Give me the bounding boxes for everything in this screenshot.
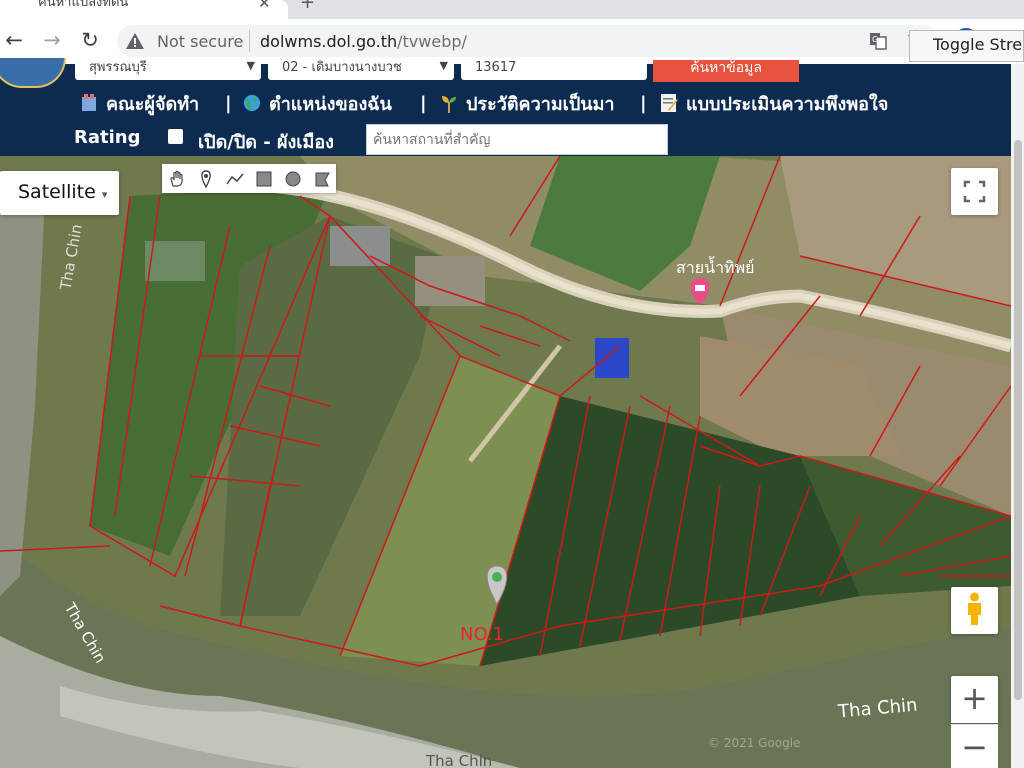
url-host: dolwms.dol.go.th <box>260 32 398 51</box>
city-plan-checkbox[interactable] <box>168 129 183 144</box>
hand-icon[interactable] <box>162 164 191 193</box>
scrollbar-thumb[interactable] <box>1014 140 1022 700</box>
toggle-street-button[interactable]: Toggle Street <box>909 30 1024 62</box>
circle-tool-icon[interactable] <box>278 164 307 193</box>
chevron-down-icon: ▼ <box>439 60 448 72</box>
browser-toolbar: ← → ↻ Not secure dolwms.dol.go.th/tvwebp… <box>0 19 1024 64</box>
place-label[interactable]: สายน้ำทิพย์ <box>676 256 755 281</box>
place-search-input[interactable] <box>366 124 668 155</box>
nav-link-survey[interactable]: แบบประเมินความพึงพอใจ <box>660 90 888 116</box>
warning-icon <box>126 33 144 49</box>
url-text[interactable]: dolwms.dol.go.th/tvwebp/ <box>260 32 467 51</box>
nav-link-my-location[interactable]: ตำแหน่งของฉัน <box>243 90 392 116</box>
province-select[interactable]: สุพรรณบุรี ▼ <box>75 60 261 80</box>
satellite-imagery <box>0 156 1011 768</box>
reload-icon[interactable]: ↻ <box>76 26 104 54</box>
browser-tab[interactable]: ค้นหาแปลงที่ดิน ✕ <box>0 0 288 19</box>
nav-divider: | <box>225 93 232 114</box>
map-copyright: © 2021 Google <box>708 736 801 750</box>
fullscreen-button[interactable] <box>951 168 998 215</box>
nav-link-history-label: ประวัติความเป็นมา <box>466 93 615 115</box>
nav-divider: | <box>420 93 427 114</box>
rectangle-tool-icon[interactable] <box>249 164 278 193</box>
tab-strip: ค้นหาแปลงที่ดิน ✕ + <box>0 0 1024 19</box>
polygon-tool-icon[interactable] <box>307 164 336 193</box>
forward-icon[interactable]: → <box>38 26 66 54</box>
tab-title: ค้นหาแปลงที่ดิน <box>38 0 129 10</box>
address-divider <box>249 30 250 52</box>
chevron-down-icon: ▾ <box>101 188 108 201</box>
tab-close-icon[interactable]: ✕ <box>258 0 271 12</box>
memo-icon <box>661 94 678 112</box>
svg-text:G: G <box>872 35 878 44</box>
district-value: 02 - เดิมบางนางบวช <box>282 60 402 75</box>
site-header: สุพรรณบุรี ▼ 02 - เดิมบางนางบวช ▼ 13617 ค้… <box>0 58 1011 156</box>
province-value: สุพรรณบุรี <box>89 60 147 75</box>
street-view-pegman[interactable] <box>951 587 998 634</box>
river-label: Tha Chin <box>426 752 493 768</box>
zoom-out-button[interactable]: − <box>951 724 998 768</box>
polyline-tool-icon[interactable] <box>220 164 249 193</box>
parcel-value: 13617 <box>475 60 517 75</box>
parcel-marker-label[interactable]: NO.1 <box>460 624 504 645</box>
nav-divider: | <box>640 93 647 114</box>
new-tab-icon[interactable]: + <box>300 0 315 13</box>
map-type-label: Satellite <box>18 181 96 203</box>
marker-tool-icon[interactable] <box>191 164 220 193</box>
search-parcel-button[interactable]: ค้นหาข้อมูล <box>653 60 799 82</box>
map-type-button[interactable]: Satellite ▾ <box>0 171 119 215</box>
zoom-in-button[interactable]: + <box>951 676 998 723</box>
team-icon <box>82 94 96 111</box>
rating-link[interactable]: Rating <box>74 127 140 148</box>
map-canvas[interactable]: สายน้ำทิพย์ NO.1 Tha Chin Tha Chin Tha C… <box>0 156 1011 768</box>
pegman-icon <box>968 592 981 625</box>
back-icon[interactable]: ← <box>0 26 28 54</box>
nav-link-team-label: คณะผู้จัดทำ <box>106 93 200 115</box>
city-plan-label: เปิด/ปิด - ผังเมือง <box>198 132 334 153</box>
url-path: /tvwebp/ <box>397 32 467 51</box>
department-logo <box>0 58 66 88</box>
fullscreen-icon <box>963 180 986 203</box>
sprout-icon <box>442 96 456 113</box>
nav-link-survey-label: แบบประเมินความพึงพอใจ <box>686 93 889 115</box>
parcel-number-input[interactable]: 13617 <box>461 60 647 80</box>
address-bar[interactable]: Not secure dolwms.dol.go.th/tvwebp/ G ★ <box>117 25 939 57</box>
chevron-down-icon: ▼ <box>246 60 255 72</box>
globe-icon <box>243 94 261 112</box>
drawing-toolbar <box>162 164 336 193</box>
nav-link-history[interactable]: ประวัติความเป็นมา <box>440 90 615 116</box>
district-select[interactable]: 02 - เดิมบางนางบวช ▼ <box>268 60 454 80</box>
translate-icon[interactable]: G <box>869 32 887 50</box>
nav-link-team[interactable]: คณะผู้จัดทำ <box>80 90 199 116</box>
security-label[interactable]: Not secure <box>157 32 243 51</box>
nav-link-my-location-label: ตำแหน่งของฉัน <box>269 93 392 115</box>
